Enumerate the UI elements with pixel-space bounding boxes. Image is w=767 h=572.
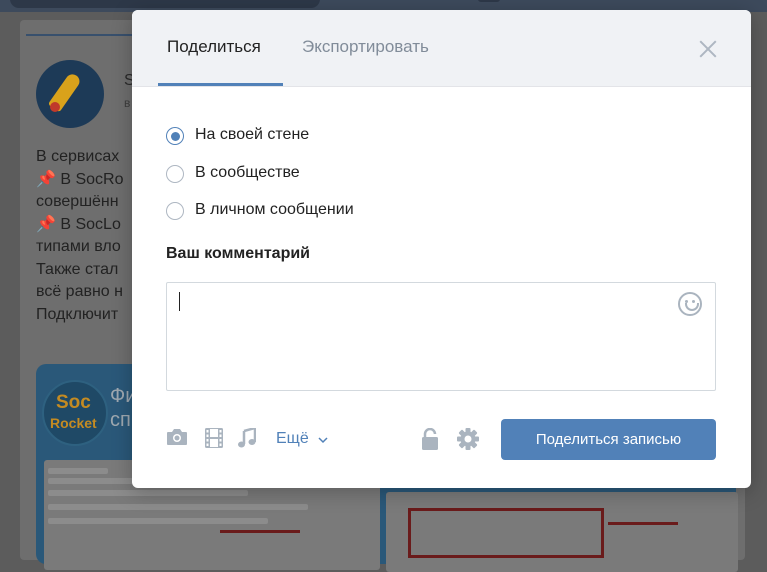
post-text: В сервисах 📌 В SocRo совершённ 📌 В SocLo тип… [36, 146, 136, 326]
chevron-down-icon[interactable] [318, 436, 328, 444]
post-text-line: 📌 В SocLo [36, 214, 136, 237]
text-cursor [179, 292, 180, 311]
avatar [36, 60, 104, 128]
gear-icon[interactable] [457, 428, 479, 450]
post-text-line: типами вло [36, 236, 136, 259]
logo-text-rocket: Rocket [50, 415, 97, 431]
screenshot-row [48, 504, 308, 510]
post-text-fragment: Также стал [36, 260, 119, 278]
post-text-fragment: В SocLo [55, 215, 121, 233]
post-text-line: всё равно н [36, 281, 136, 304]
comment-label: Ваш комментарий [166, 245, 311, 262]
tab-export[interactable]: Экспортировать [302, 37, 429, 57]
audio-icon[interactable] [238, 428, 256, 448]
close-icon[interactable] [695, 36, 721, 62]
radio-label: На своей стене [195, 126, 310, 143]
post-text-fragment: типами вло [36, 238, 121, 255]
share-post-button[interactable]: Поделиться записью [501, 419, 716, 460]
post-text-line: 📌 В SocRo [36, 169, 136, 192]
radio-button[interactable] [166, 127, 184, 145]
more-attachments-button[interactable]: Ещё [276, 430, 309, 448]
post-text-line: совершённ [36, 191, 136, 214]
comment-input[interactable] [166, 282, 716, 391]
red-arrow [220, 530, 300, 533]
logo-text-soc: Soc [56, 392, 91, 413]
banner-screenshot-right [386, 492, 738, 572]
tab-share[interactable]: Поделиться [167, 37, 261, 57]
post-text-fragment: всё равно н [36, 283, 123, 300]
post-text-fragment: В SocRo [55, 170, 124, 188]
lock-icon[interactable] [421, 428, 439, 450]
post-text-line: Подключит [36, 304, 136, 327]
radio-label: В сообществе [195, 164, 300, 181]
background-tab-underline [26, 34, 136, 36]
pushpin-icon: 📌 [36, 215, 56, 233]
post-text-fragment: Подключит [36, 305, 119, 323]
top-bar-marker [478, 0, 500, 2]
emoji-icon[interactable] [678, 292, 702, 316]
screenshot-row [48, 518, 268, 524]
post-text-line: В сервисах [36, 146, 136, 169]
radio-button[interactable] [166, 202, 184, 220]
socrocket-logo: Soc Rocket [42, 380, 108, 446]
screenshot-row [48, 490, 248, 496]
red-arrow [608, 522, 678, 525]
highlight-frame [408, 508, 604, 558]
post-text-fragment: совершённ [36, 193, 119, 210]
active-tab-indicator [158, 83, 283, 86]
video-icon[interactable] [205, 428, 223, 448]
screenshot-row [48, 468, 108, 474]
pushpin-icon: 📌 [36, 170, 56, 188]
post-text-line: Также стал [36, 259, 136, 282]
radio-label: В личном сообщении [195, 201, 354, 218]
dialog-header: Поделиться Экспортировать [132, 10, 751, 87]
emoji-mouth [685, 303, 699, 311]
author-subtitle: в [124, 96, 131, 110]
radio-button[interactable] [166, 165, 184, 183]
post-text-fragment: В сервисах [36, 148, 120, 165]
search-pill [10, 0, 320, 8]
flame-icon [50, 102, 60, 112]
share-dialog: Поделиться Экспортировать На своей стене… [132, 10, 751, 488]
camera-icon[interactable] [166, 428, 188, 446]
